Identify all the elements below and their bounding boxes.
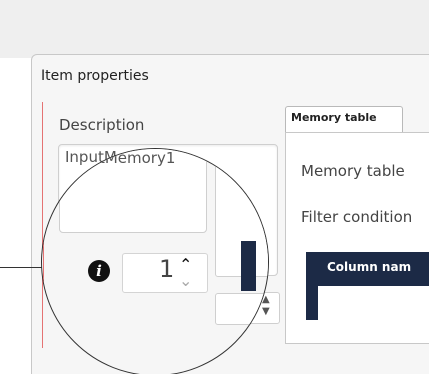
tab-memory-table-label: Memory table — [291, 111, 377, 124]
grid-row-selector[interactable] — [306, 286, 318, 320]
magnified-description-value: InputMemory1 — [66, 149, 176, 167]
panel-title: Item properties — [41, 68, 149, 84]
spin-down-icon[interactable]: ⌄ — [179, 271, 192, 290]
info-icon[interactable]: i — [88, 260, 110, 282]
description-label: Description — [59, 116, 145, 134]
magnified-required-marker-line — [43, 149, 44, 349]
memory-table-label: Memory table — [301, 162, 405, 180]
window-background — [0, 0, 429, 58]
number-stepper-value: 1 — [159, 255, 175, 283]
filter-condition-label: Filter condition — [301, 208, 413, 226]
magnified-small-number-input[interactable] — [215, 293, 268, 325]
magnified-scrollbar-thumb[interactable] — [241, 241, 256, 291]
column-header-name[interactable]: Column nam — [327, 260, 411, 274]
page: Item properties Description InputMemory1… — [0, 0, 429, 374]
magnifier-lens: InputMemory1 ▲ ▼ i 1 ⌃ ⌄ — [41, 148, 269, 374]
